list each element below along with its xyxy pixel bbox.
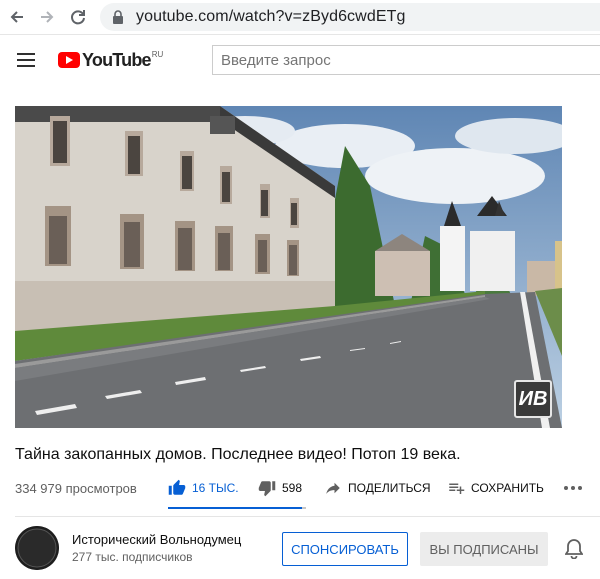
notification-bell-button[interactable] xyxy=(563,538,585,560)
save-label: СОХРАНИТЬ xyxy=(471,481,544,495)
like-ratio-fill xyxy=(168,507,302,509)
section-divider xyxy=(15,516,600,517)
forward-arrow-icon xyxy=(41,11,54,23)
channel-watermark: ИВ xyxy=(514,380,552,418)
bell-icon xyxy=(565,539,583,559)
thumbs-down-icon xyxy=(258,481,276,497)
channel-avatar[interactable] xyxy=(15,526,59,570)
more-actions-button[interactable] xyxy=(563,479,583,497)
url-text: youtube.com/watch?v=zByd6cwdETg xyxy=(136,8,406,25)
back-arrow-icon xyxy=(10,11,23,23)
menu-icon[interactable] xyxy=(17,53,35,67)
subscribed-button[interactable]: ВЫ ПОДПИСАНЫ xyxy=(420,532,548,566)
youtube-logo[interactable]: YouTube RU xyxy=(58,49,163,71)
playlist-add-icon xyxy=(449,483,465,494)
subscriber-count: 277 тыс. подписчиков xyxy=(72,550,193,564)
video-title: Тайна закопанных домов. Последнее видео!… xyxy=(15,446,461,463)
channel-name[interactable]: Исторический Вольнодумец xyxy=(72,532,241,547)
search-box xyxy=(212,45,600,75)
sponsor-button[interactable]: СПОНСИРОВАТЬ xyxy=(282,532,408,566)
youtube-play-icon xyxy=(58,52,80,68)
address-bar[interactable]: youtube.com/watch?v=zByd6cwdETg xyxy=(100,3,600,31)
reload-button[interactable] xyxy=(67,6,89,28)
dislike-button[interactable]: 598 xyxy=(258,479,302,497)
search-input[interactable] xyxy=(219,50,583,70)
logo-text: YouTube xyxy=(82,50,152,70)
video-player[interactable]: ИВ xyxy=(15,106,562,428)
lock-icon xyxy=(113,10,123,24)
youtube-header: YouTube RU xyxy=(0,35,600,85)
back-button[interactable] xyxy=(6,6,28,28)
share-button[interactable]: ПОДЕЛИТЬСЯ xyxy=(324,479,431,497)
logo-region: RU xyxy=(151,50,164,59)
more-horizontal-icon xyxy=(564,486,582,490)
forward-button[interactable] xyxy=(36,6,58,28)
save-button[interactable]: СОХРАНИТЬ xyxy=(447,479,544,497)
share-label: ПОДЕЛИТЬСЯ xyxy=(348,481,431,495)
thumbs-up-icon xyxy=(168,479,186,495)
browser-toolbar: youtube.com/watch?v=zByd6cwdETg xyxy=(0,0,600,34)
dislike-count: 598 xyxy=(282,481,303,495)
like-button[interactable]: 16 ТЫС. xyxy=(168,479,239,497)
video-frame-image xyxy=(15,106,562,428)
avatar-image xyxy=(15,526,59,570)
view-count: 334 979 просмотров xyxy=(15,481,137,496)
like-count: 16 ТЫС. xyxy=(192,481,239,495)
share-icon xyxy=(326,482,340,494)
reload-icon xyxy=(71,10,85,25)
like-ratio-bar xyxy=(168,507,306,509)
